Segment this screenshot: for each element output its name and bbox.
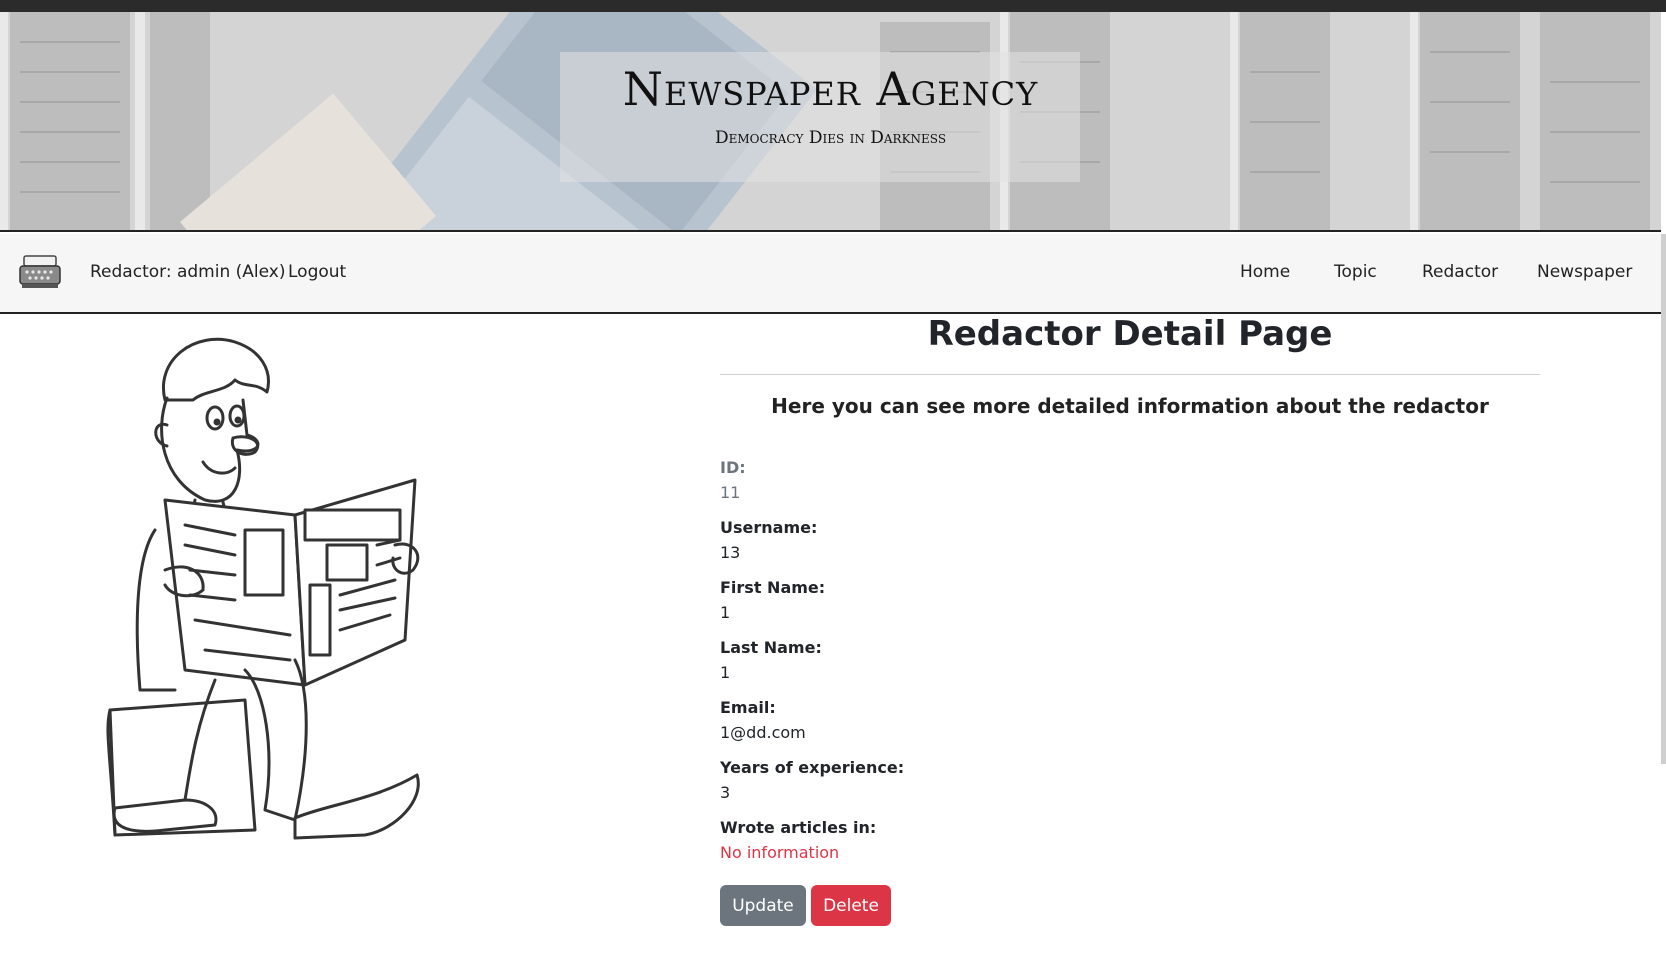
nav-link-newspaper[interactable]: Newspaper — [1537, 262, 1632, 282]
first-name-value: 1 — [720, 603, 731, 622]
username-label: Username: — [720, 518, 818, 537]
delete-button[interactable]: Delete — [811, 885, 891, 926]
header-banner: Newspaper Agency Democracy Dies in Darkn… — [0, 12, 1661, 232]
first-name-label: First Name: — [720, 578, 826, 597]
navbar: Redactor: admin (Alex) Logout Home Topic… — [0, 234, 1661, 314]
newspaper-collage-background — [0, 12, 1661, 230]
current-user-label[interactable]: Redactor: admin (Alex) — [90, 262, 285, 282]
id-label: ID: — [720, 458, 746, 477]
articles-value: No information — [720, 843, 840, 862]
experience-value: 3 — [720, 783, 731, 802]
man-reading-newspaper-icon — [106, 337, 420, 840]
site-tagline: Democracy Dies in Darkness — [714, 128, 947, 148]
page-subtitle: Here you can see more detailed informati… — [771, 394, 1489, 418]
id-value: 11 — [720, 483, 741, 502]
browser-top-bar — [0, 0, 1666, 12]
email-value: 1@dd.com — [720, 723, 806, 742]
nav-link-topic[interactable]: Topic — [1334, 262, 1377, 282]
update-button[interactable]: Update — [720, 885, 806, 926]
username-value: 13 — [720, 543, 741, 562]
experience-label: Years of experience: — [720, 758, 905, 777]
page-title: Redactor Detail Page — [927, 314, 1333, 354]
nav-link-home[interactable]: Home — [1240, 262, 1290, 282]
logout-link[interactable]: Logout — [288, 262, 346, 282]
last-name-label: Last Name: — [720, 638, 822, 657]
email-label: Email: — [720, 698, 776, 717]
site-title[interactable]: Newspaper Agency — [0, 62, 1661, 116]
typewriter-icon[interactable] — [18, 254, 62, 290]
last-name-value: 1 — [720, 663, 731, 682]
nav-link-redactor[interactable]: Redactor — [1422, 262, 1498, 282]
divider — [720, 374, 1540, 375]
articles-label: Wrote articles in: — [720, 818, 877, 837]
scrollbar[interactable] — [1661, 234, 1666, 764]
